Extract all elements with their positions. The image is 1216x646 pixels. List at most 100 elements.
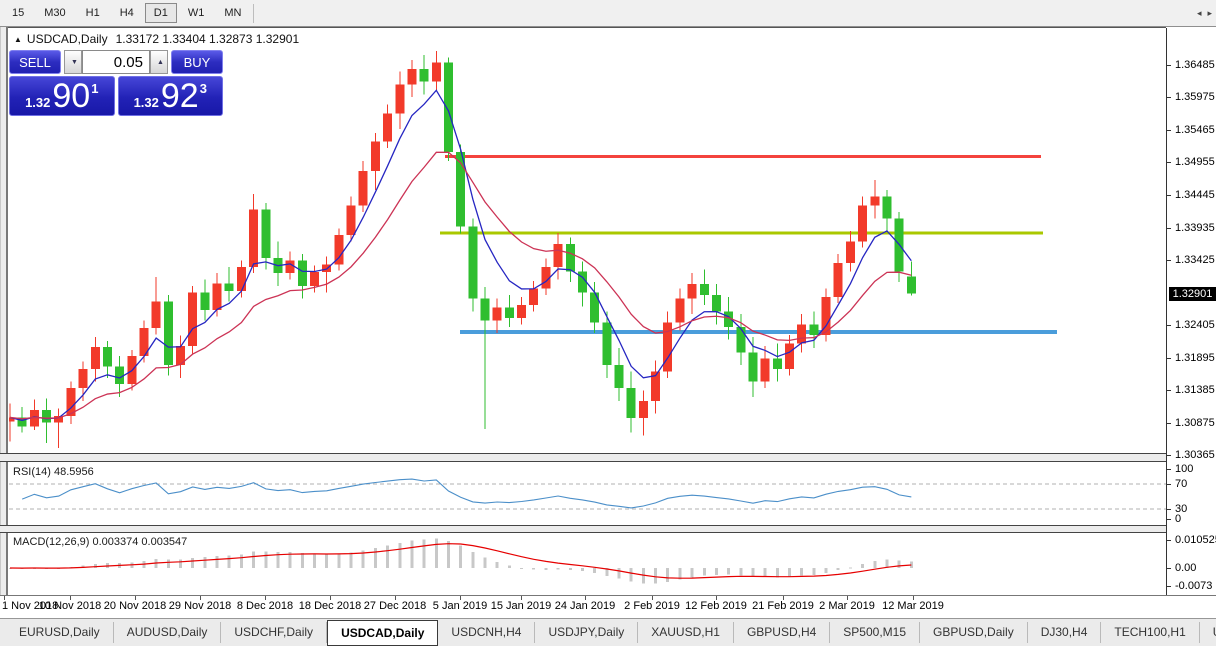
chart-tab[interactable]: UKC (1200, 622, 1216, 643)
toolbar-divider (253, 4, 254, 23)
timeframe-toolbar: 15M30H1H4D1W1MN (0, 0, 1216, 27)
date-axis[interactable]: 1 Nov 201810 Nov 201820 Nov 201829 Nov 2… (0, 595, 1216, 618)
price-axis-label: 1.33935 (1175, 222, 1215, 234)
volume-decrease-button[interactable]: ▼ (64, 50, 82, 74)
tab-scroll-buttons: ◂ ▸ (1197, 8, 1212, 19)
axis-tick (1167, 162, 1171, 163)
indicator-axis-label: 0.010525 (1175, 534, 1216, 546)
one-click-trading-panel: SELL ▼ ▲ BUY 1.32 90 1 1.32 92 3 (9, 50, 223, 116)
panel-splitter[interactable] (0, 525, 1216, 533)
timeframe-button[interactable]: MN (215, 3, 250, 23)
rsi-label: RSI(14) 48.5956 (13, 466, 94, 478)
chart-tab[interactable]: DJ30,H4 (1028, 622, 1102, 643)
axis-tick (783, 596, 784, 600)
sell-price-base: 1.32 (25, 95, 50, 110)
chart-tab[interactable]: AUDUSD,Daily (114, 622, 222, 643)
date-axis-label: 18 Dec 2018 (299, 600, 361, 612)
tab-scroll-right-icon[interactable]: ▸ (1207, 8, 1212, 19)
date-axis-label: 29 Nov 2018 (169, 600, 231, 612)
axis-tick (847, 596, 848, 600)
axis-tick (135, 596, 136, 600)
date-axis-label: 2 Feb 2019 (624, 600, 680, 612)
date-axis-label: 27 Dec 2018 (364, 600, 426, 612)
chart-tab[interactable]: USDCNH,H4 (438, 622, 535, 643)
axis-tick (1167, 97, 1171, 98)
axis-tick (521, 596, 522, 600)
tab-scroll-left-icon[interactable]: ◂ (1197, 8, 1202, 19)
axis-tick (330, 596, 331, 600)
timeframe-button[interactable]: M30 (35, 3, 74, 23)
chart-tab[interactable]: EURUSD,Daily (6, 622, 114, 643)
price-axis-label: 1.34445 (1175, 189, 1215, 201)
axis-tick (1167, 260, 1171, 261)
indicator-axis-label: -0.0073 (1175, 580, 1212, 592)
chart-tab[interactable]: SP500,M15 (830, 622, 920, 643)
mt4-terminal-window: 15M30H1H4D1W1MN ▲USDCAD,Daily1.33172 1.3… (0, 0, 1216, 646)
chart-tab[interactable]: USDCHF,Daily (221, 622, 327, 643)
sell-price-display[interactable]: 1.32 90 1 (9, 76, 115, 116)
timeframe-button[interactable]: 15 (3, 3, 33, 23)
indicator-axis-label: 0.00 (1175, 562, 1196, 574)
axis-tick (652, 596, 653, 600)
axis-tick (1167, 586, 1171, 587)
buy-price-base: 1.32 (134, 95, 159, 110)
timeframe-button[interactable]: H1 (77, 3, 109, 23)
volume-input[interactable] (82, 50, 150, 74)
axis-tick (1167, 130, 1171, 131)
chart-tab[interactable]: USDJPY,Daily (535, 622, 638, 643)
price-axis-label: 1.35465 (1175, 124, 1215, 136)
date-axis-label: 21 Feb 2019 (752, 600, 814, 612)
axis-tick (716, 596, 717, 600)
buy-price-pips: 92 (161, 79, 199, 113)
axis-tick (585, 596, 586, 600)
axis-tick (1167, 469, 1171, 470)
indicator-axis-label: 70 (1175, 478, 1187, 490)
date-axis-label: 15 Jan 2019 (491, 600, 552, 612)
price-axis-label: 1.31385 (1175, 384, 1215, 396)
panel-splitter[interactable] (0, 453, 1216, 462)
chart-tab[interactable]: GBPUSD,H4 (734, 622, 830, 643)
axis-tick (1167, 423, 1171, 424)
axis-tick (1167, 228, 1171, 229)
indicator-axis-label: 100 (1175, 463, 1193, 475)
chart-tab[interactable]: TECH100,H1 (1101, 622, 1199, 643)
date-axis-label: 2 Mar 2019 (819, 600, 875, 612)
date-axis-label: 12 Feb 2019 (685, 600, 747, 612)
axis-tick (70, 596, 71, 600)
price-axis-label: 1.30365 (1175, 449, 1215, 461)
date-axis-label: 24 Jan 2019 (555, 600, 616, 612)
collapse-triangle-icon[interactable]: ▲ (14, 35, 22, 44)
chart-tab[interactable]: USDCAD,Daily (327, 620, 438, 646)
volume-increase-button[interactable]: ▲ (150, 50, 168, 74)
timeframe-button[interactable]: H4 (111, 3, 143, 23)
indicator-axis-label: 0 (1175, 513, 1181, 525)
axis-tick (4, 596, 5, 600)
timeframe-button[interactable]: D1 (145, 3, 177, 23)
price-axis-label: 1.32405 (1175, 319, 1215, 331)
price-axis[interactable]: 1.364851.359751.354651.349551.344451.339… (1166, 28, 1216, 595)
axis-tick (395, 596, 396, 600)
axis-tick (1167, 358, 1171, 359)
chart-tab-bar: EURUSD,DailyAUDUSD,DailyUSDCHF,DailyUSDC… (0, 618, 1216, 646)
axis-tick (1167, 509, 1171, 510)
chart-tab[interactable]: XAUUSD,H1 (638, 622, 734, 643)
date-axis-label: 12 Mar 2019 (882, 600, 944, 612)
buy-button[interactable]: BUY (171, 50, 223, 74)
buy-price-point: 3 (200, 81, 207, 96)
price-axis-label: 1.36485 (1175, 59, 1215, 71)
macd-label: MACD(12,26,9) 0.003374 0.003547 (13, 536, 187, 548)
price-axis-label: 1.35975 (1175, 91, 1215, 103)
price-axis-label: 1.33425 (1175, 254, 1215, 266)
current-price-tag: 1.32901 (1169, 287, 1216, 301)
sell-price-point: 1 (91, 81, 98, 96)
sell-button[interactable]: SELL (9, 50, 61, 74)
chart-tab[interactable]: GBPUSD,Daily (920, 622, 1028, 643)
axis-tick (1167, 484, 1171, 485)
buy-price-display[interactable]: 1.32 92 3 (118, 76, 224, 116)
timeframe-button[interactable]: W1 (179, 3, 214, 23)
axis-tick (1167, 195, 1171, 196)
axis-tick (200, 596, 201, 600)
axis-tick (1167, 540, 1171, 541)
price-axis-label: 1.31895 (1175, 352, 1215, 364)
rsi-indicator-canvas[interactable] (9, 462, 1166, 526)
